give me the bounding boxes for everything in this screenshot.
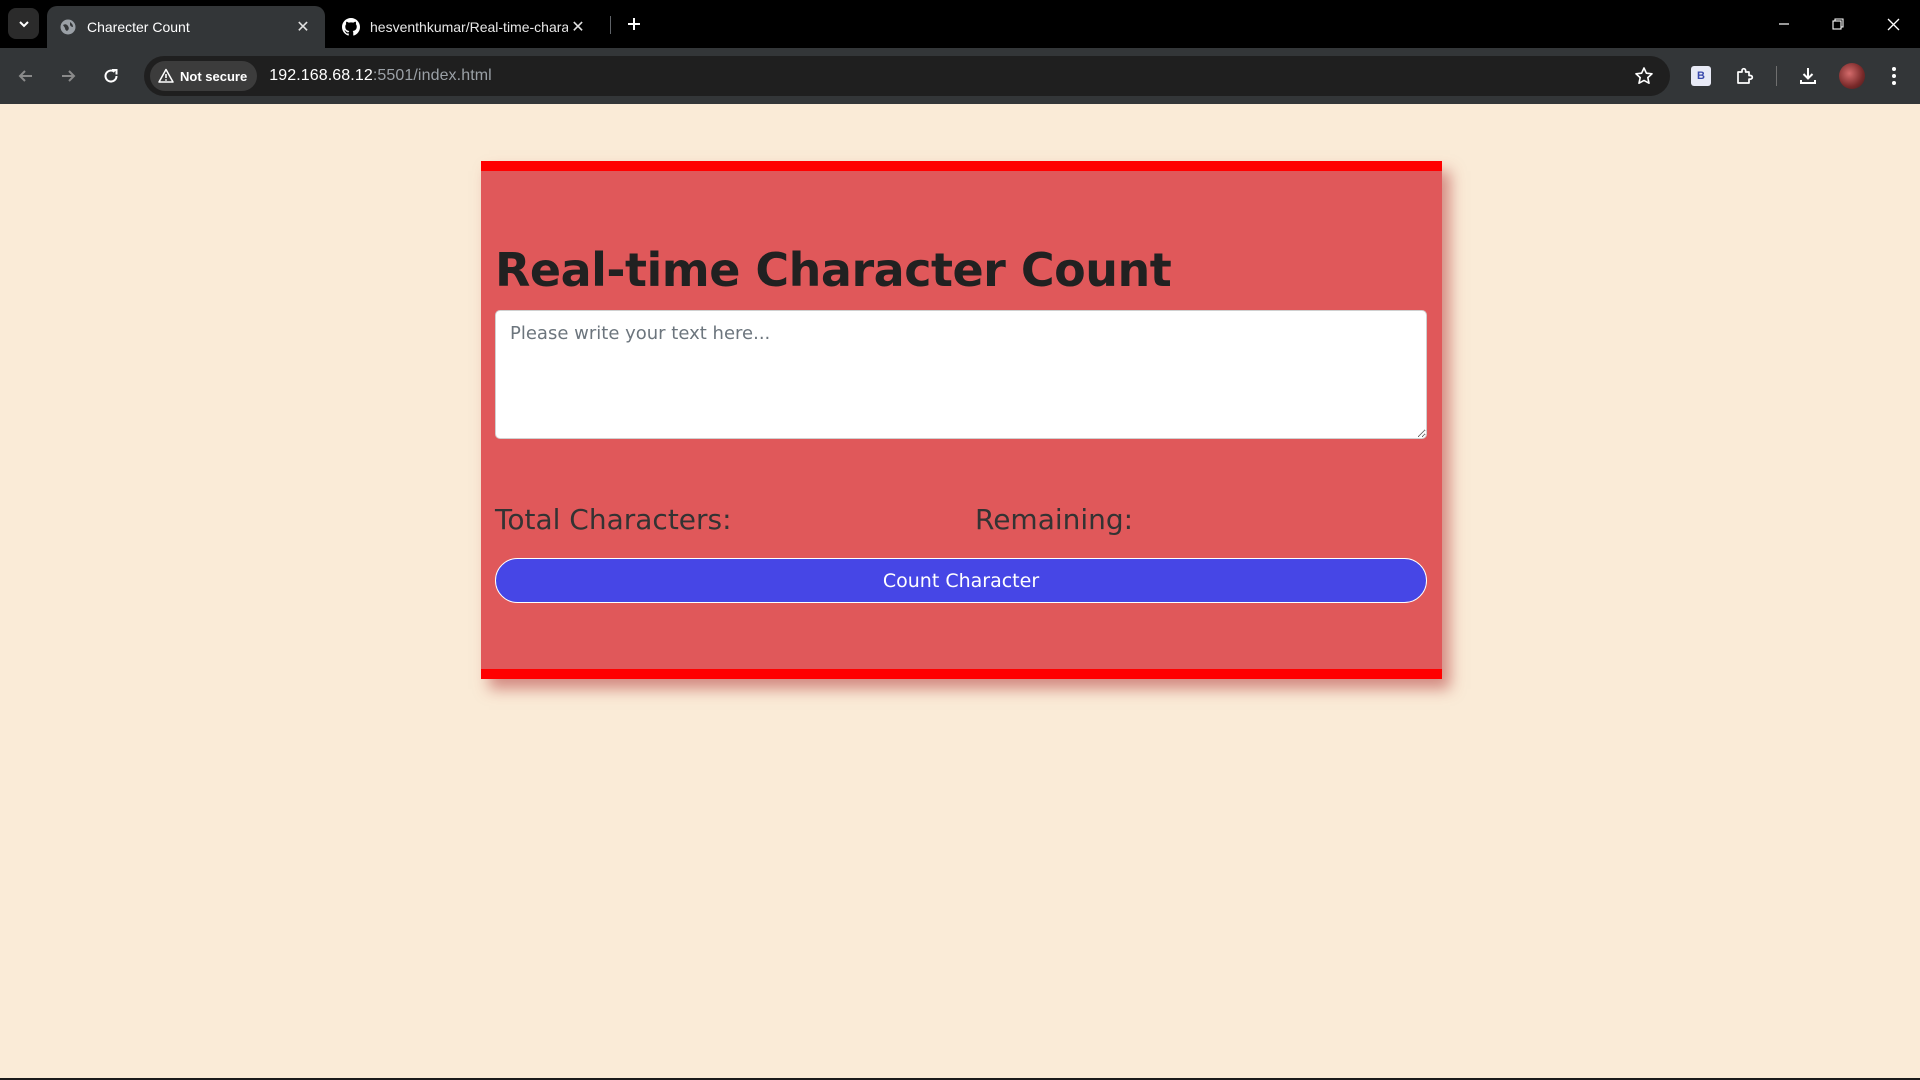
forward-button[interactable]: [52, 60, 84, 92]
arrow-right-icon: [62, 70, 76, 82]
chevron-down-icon: [18, 20, 29, 27]
github-icon: [342, 18, 360, 36]
reload-button[interactable]: [95, 60, 127, 92]
new-tab-button[interactable]: [620, 10, 648, 38]
download-icon: [1800, 68, 1816, 84]
tab-charecter-count[interactable]: Charecter Count ✕: [47, 6, 325, 48]
arrow-left-icon: [18, 70, 32, 82]
bookmark-button[interactable]: [1632, 64, 1656, 88]
security-label: Not secure: [180, 68, 248, 84]
remaining-stat: Remaining:: [975, 503, 1133, 536]
profile-button[interactable]: [1836, 60, 1868, 92]
close-icon: [1887, 18, 1899, 30]
url-host: 192.168.68.12: [269, 67, 373, 84]
back-button[interactable]: [10, 60, 42, 92]
character-count-card: Real-time Character Count Total Characte…: [481, 161, 1442, 679]
close-tab-icon[interactable]: ✕: [568, 17, 588, 37]
url-text[interactable]: 192.168.68.12:5501/index.html: [269, 67, 492, 85]
tab-title: hesventhkumar/Real-time-character-count: [370, 19, 568, 35]
star-icon: [1635, 67, 1653, 84]
total-characters-stat: Total Characters:: [495, 503, 732, 536]
tab-search-button[interactable]: [8, 8, 39, 39]
downloads-button[interactable]: [1792, 60, 1824, 92]
reload-icon: [104, 69, 118, 83]
toolbar-divider: [1776, 66, 1777, 86]
url-path: :5501/index.html: [372, 67, 492, 84]
browser-tabstrip: Charecter Count ✕ hesventhkumar/Real-tim…: [0, 0, 1920, 48]
globe-icon: [59, 18, 77, 36]
site-info-chip[interactable]: Not secure: [150, 61, 258, 91]
page-viewport: Real-time Character Count Total Characte…: [0, 104, 1920, 1078]
extension-b-button[interactable]: B: [1685, 60, 1717, 92]
remaining-label: Remaining:: [975, 503, 1134, 536]
browser-toolbar: Not secure 192.168.68.12:5501/index.html…: [0, 48, 1920, 104]
tab-divider: [610, 16, 611, 34]
tab-title: Charecter Count: [87, 19, 190, 35]
count-character-button[interactable]: Count Character: [495, 558, 1427, 603]
restore-button[interactable]: [1811, 0, 1865, 48]
warning-icon: [158, 68, 174, 83]
total-characters-label: Total Characters:: [495, 503, 732, 536]
minimize-button[interactable]: [1757, 0, 1811, 48]
close-window-button[interactable]: [1866, 0, 1920, 48]
more-vertical-icon: [1892, 67, 1896, 85]
minimize-icon: [1779, 23, 1789, 25]
text-input[interactable]: [495, 310, 1427, 439]
tab-github-repo[interactable]: hesventhkumar/Real-time-character-count …: [330, 6, 600, 48]
restore-icon: [1832, 18, 1844, 30]
browser-menu-button[interactable]: [1878, 60, 1910, 92]
address-bar[interactable]: Not secure 192.168.68.12:5501/index.html: [144, 56, 1670, 96]
close-tab-icon[interactable]: ✕: [293, 17, 313, 37]
avatar: [1839, 63, 1865, 89]
extension-b-icon: B: [1691, 66, 1711, 86]
plus-icon: [628, 18, 640, 30]
puzzle-icon: [1737, 67, 1754, 84]
page-title: Real-time Character Count: [495, 243, 1172, 297]
extensions-button[interactable]: [1729, 60, 1761, 92]
